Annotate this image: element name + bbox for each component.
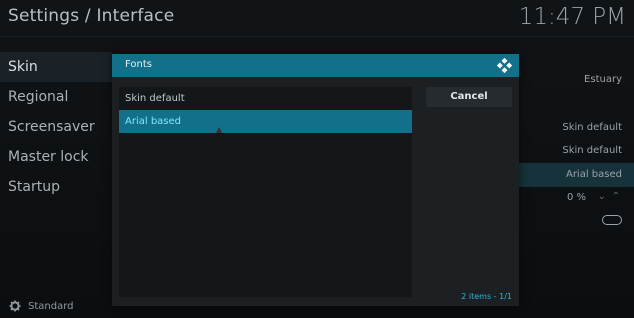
menu-item-skin[interactable]: Skin: [0, 52, 112, 82]
menu-item-screensaver[interactable]: Screensaver: [0, 112, 112, 142]
settings-level-label[interactable]: Standard: [28, 301, 74, 312]
settings-menu: Skin Regional Screensaver Master lock St…: [0, 52, 112, 202]
item-count-text: 2 items -: [461, 292, 500, 301]
setting-value-2[interactable]: Skin default: [562, 145, 622, 156]
kodi-logo-icon: [496, 57, 513, 74]
mouse-cursor-icon: ▲: [216, 125, 223, 134]
skin-value[interactable]: Estuary: [584, 74, 622, 85]
page-title: Settings / Interface: [8, 6, 175, 26]
list-item-label: Arial based: [125, 116, 182, 127]
chevron-down-icon[interactable]: ⌄: [598, 191, 606, 202]
fonts-dialog: Fonts Skin default Arial based ▲ Cancel …: [112, 54, 519, 306]
list-item-selected[interactable]: Arial based ▲: [119, 110, 412, 134]
fonts-list: Skin default Arial based ▲: [119, 87, 412, 297]
header-divider: [0, 36, 634, 37]
toggle-switch[interactable]: [602, 215, 622, 225]
chevron-up-icon[interactable]: ⌃: [612, 191, 620, 202]
list-item[interactable]: Skin default: [119, 87, 412, 110]
zoom-value[interactable]: 0 %: [567, 192, 586, 203]
setting-value-fonts[interactable]: Arial based: [566, 169, 622, 180]
page-count-text: 1/1: [499, 292, 512, 301]
dialog-header: Fonts: [112, 54, 519, 77]
setting-value-1[interactable]: Skin default: [562, 122, 622, 133]
menu-item-regional[interactable]: Regional: [0, 82, 112, 112]
clock: 11:47 PM: [518, 4, 626, 30]
item-count: 2 items - 1/1: [461, 292, 512, 301]
cancel-button[interactable]: Cancel: [426, 87, 512, 107]
gear-icon[interactable]: [9, 300, 21, 312]
menu-item-startup[interactable]: Startup: [0, 172, 112, 202]
dialog-title: Fonts: [125, 59, 152, 70]
menu-item-master-lock[interactable]: Master lock: [0, 142, 112, 172]
